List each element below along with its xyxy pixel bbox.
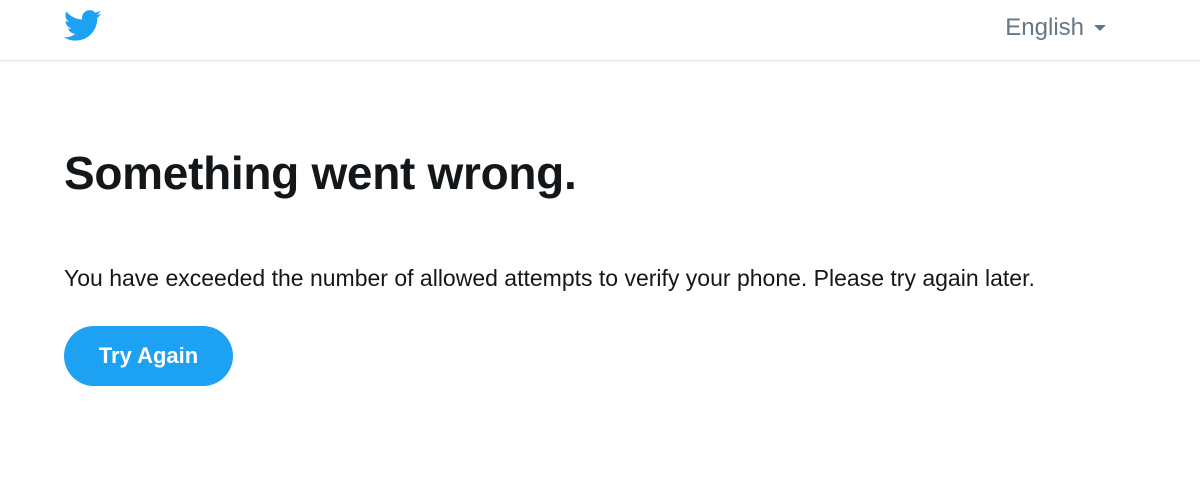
caret-down-icon [1094, 25, 1106, 31]
try-again-button[interactable]: Try Again [64, 326, 233, 386]
main-content: Something went wrong. You have exceeded … [64, 62, 1084, 386]
page-title: Something went wrong. [64, 147, 577, 199]
error-message: You have exceeded the number of allowed … [64, 265, 1035, 291]
language-label: English [1005, 14, 1084, 41]
language-selector[interactable]: English [1005, 13, 1106, 43]
top-bar: English [0, 0, 1200, 61]
twitter-bird-icon[interactable] [64, 10, 102, 42]
